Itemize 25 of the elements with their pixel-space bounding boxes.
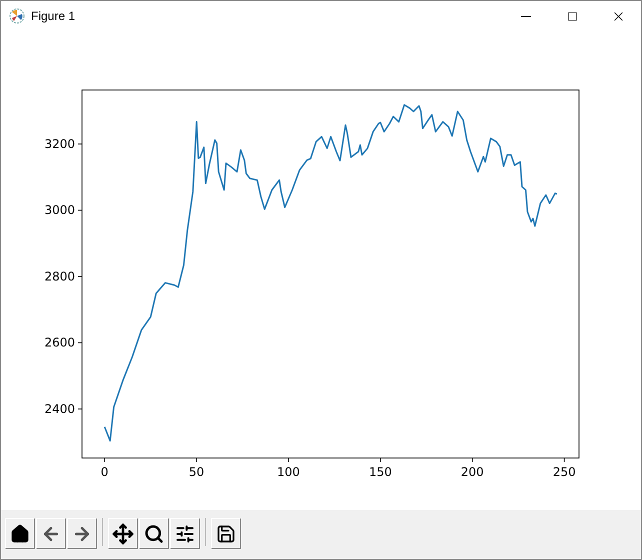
tick-label: 3000: [44, 203, 75, 218]
tick-label: 50: [188, 465, 204, 479]
tick-label: 150: [368, 465, 392, 479]
tick-label: 3200: [44, 137, 75, 151]
save-button[interactable]: [211, 518, 241, 549]
app-icon: [9, 8, 25, 24]
search-icon: [144, 524, 164, 544]
home-icon: [10, 524, 30, 544]
configure-button[interactable]: [170, 518, 200, 549]
window-title: Figure 1: [31, 8, 76, 25]
forward-button[interactable]: [67, 518, 97, 549]
tick-label: 2400: [44, 402, 75, 416]
tick-label: 2600: [44, 336, 75, 350]
pan-button[interactable]: [108, 518, 138, 549]
tick-label: 100: [277, 465, 300, 479]
tick-label: 2800: [44, 269, 75, 284]
tick-label: 200: [460, 465, 484, 479]
zoom-button[interactable]: [139, 518, 169, 549]
tick-label: 0: [100, 465, 108, 479]
move-icon: [112, 522, 134, 544]
tick-label: 250: [552, 465, 576, 479]
sliders-icon: [175, 524, 195, 544]
back-button[interactable]: [36, 518, 66, 549]
home-button[interactable]: [5, 518, 35, 549]
maximize-icon: [566, 10, 578, 22]
